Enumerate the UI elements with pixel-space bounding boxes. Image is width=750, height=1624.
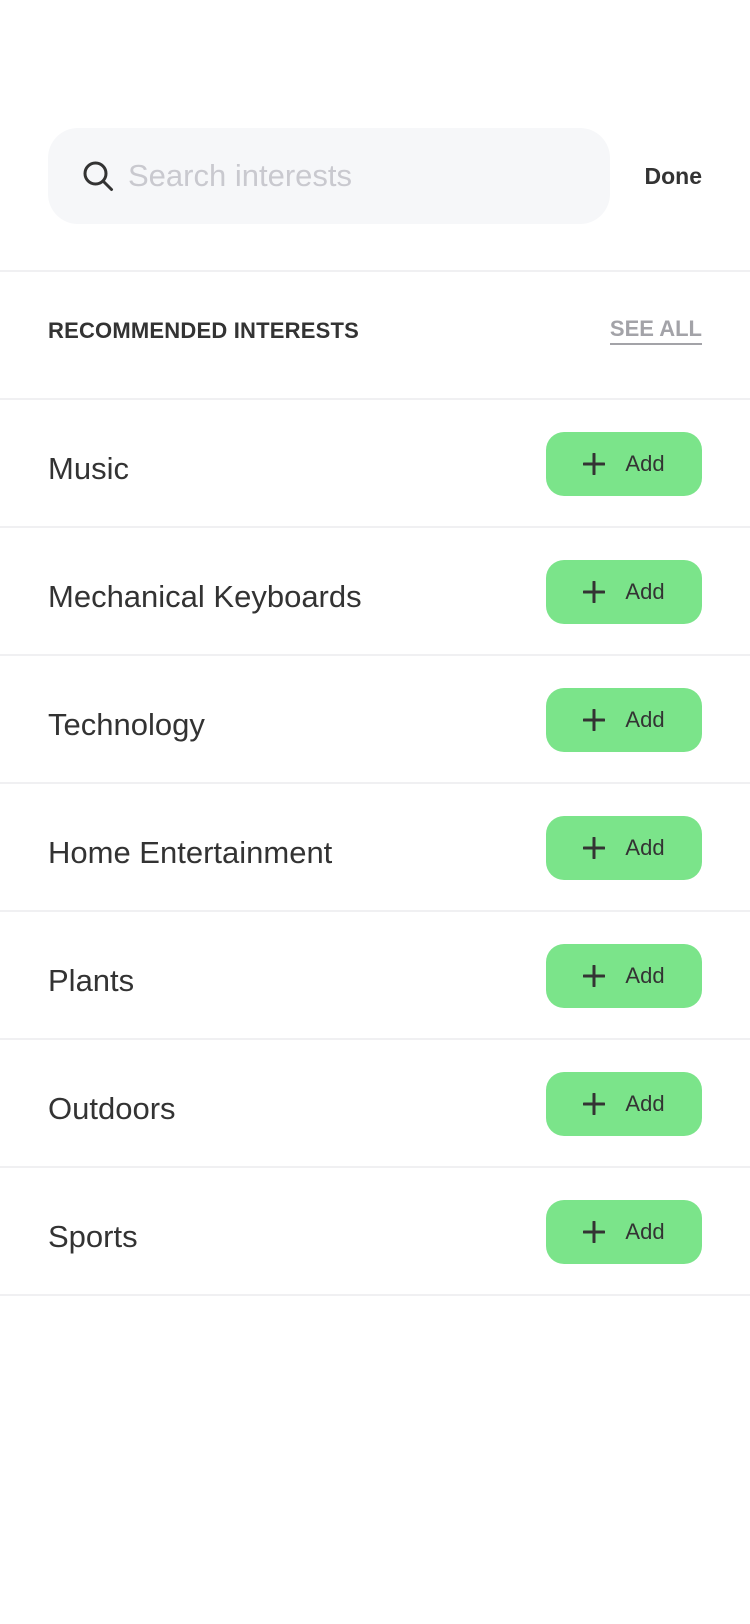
interest-row-music: Music Add — [0, 400, 750, 528]
add-button[interactable]: Add — [546, 432, 702, 496]
interest-label: Home Entertainment — [48, 835, 333, 870]
add-button[interactable]: Add — [546, 944, 702, 1008]
interest-row-sports: Sports Add — [0, 1168, 750, 1296]
see-all-link[interactable]: SEE ALL — [609, 316, 702, 345]
done-button[interactable]: Done — [645, 152, 703, 200]
interest-row-plants: Plants Add — [0, 912, 750, 1040]
interest-label: Mechanical Keyboards — [48, 579, 362, 614]
section-title: RECOMMENDED INTERESTS — [48, 318, 359, 343]
add-button[interactable]: Add — [546, 1072, 702, 1136]
add-button[interactable]: Add — [546, 688, 702, 752]
search-header: Done — [0, 0, 750, 272]
interest-list: Music Add Mechanical Keyboards Add Techn… — [0, 400, 750, 1296]
plus-icon — [583, 1221, 606, 1243]
plus-icon — [583, 581, 606, 603]
plus-icon — [583, 453, 606, 475]
add-button-label: Add — [625, 451, 665, 476]
add-button-label: Add — [625, 707, 665, 732]
interest-label: Plants — [48, 963, 135, 998]
interest-row-home-entertainment: Home Entertainment Add — [0, 784, 750, 912]
search-input[interactable] — [80, 128, 590, 224]
plus-icon — [583, 1093, 606, 1115]
search-box[interactable] — [48, 128, 610, 224]
add-button-label: Add — [625, 1091, 665, 1116]
recommended-interests-header: RECOMMENDED INTERESTS SEE ALL — [0, 272, 750, 400]
interest-row-technology: Technology Add — [0, 656, 750, 784]
interest-row-mechanical-keyboards: Mechanical Keyboards Add — [0, 528, 750, 656]
interest-label: Sports — [48, 1219, 138, 1254]
plus-icon — [583, 965, 606, 987]
plus-icon — [583, 709, 606, 731]
interest-label: Music — [48, 451, 129, 486]
plus-icon — [583, 837, 606, 859]
add-button-label: Add — [625, 963, 665, 988]
add-button-label: Add — [625, 579, 665, 604]
add-button[interactable]: Add — [546, 1200, 702, 1264]
interest-label: Technology — [48, 707, 205, 742]
add-button[interactable]: Add — [546, 560, 702, 624]
interest-row-outdoors: Outdoors Add — [0, 1040, 750, 1168]
add-button-label: Add — [625, 835, 665, 860]
interest-label: Outdoors — [48, 1091, 176, 1126]
add-button[interactable]: Add — [546, 816, 702, 880]
add-button-label: Add — [625, 1219, 665, 1244]
